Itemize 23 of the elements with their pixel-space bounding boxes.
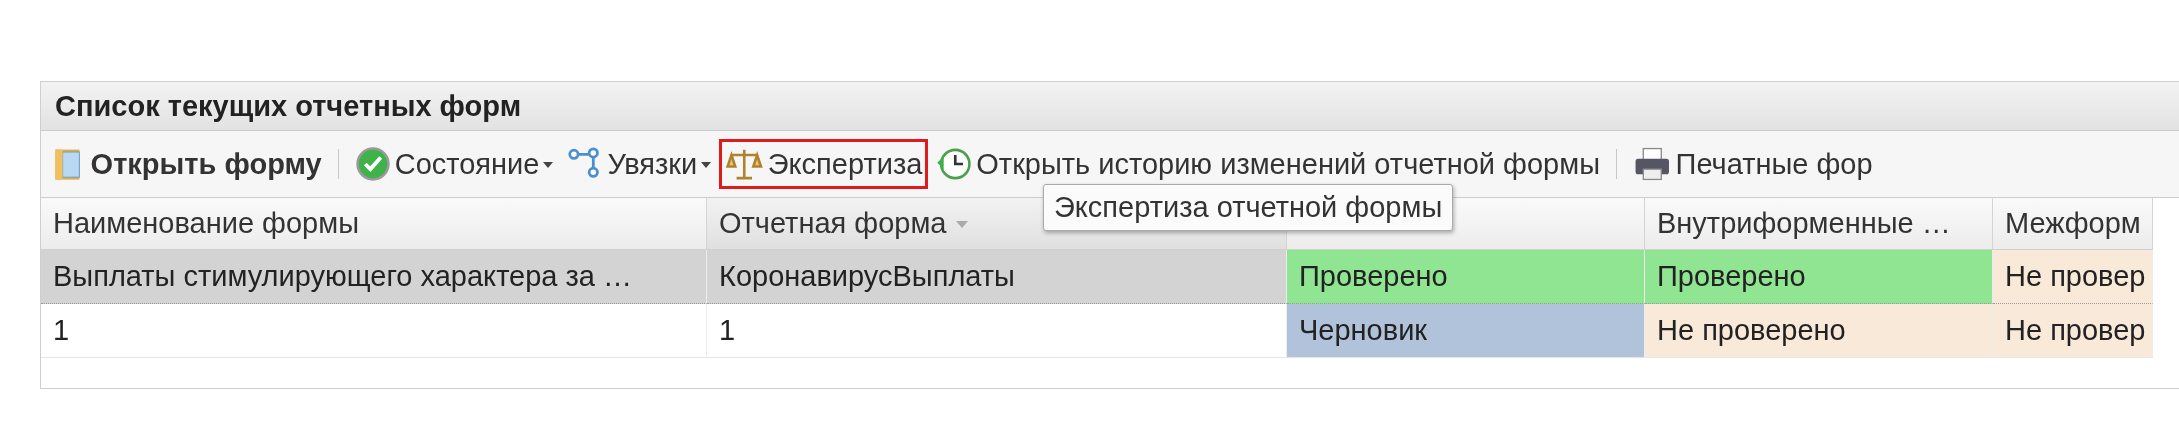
column-header[interactable]: Межформ <box>1993 198 2153 250</box>
table-cell: 1 <box>707 304 1287 358</box>
toolbar-button[interactable]: Открыть форму <box>47 139 328 189</box>
toolbar-button[interactable]: Экспертиза <box>719 139 929 189</box>
table-cell: Проверено <box>1287 250 1645 304</box>
check-icon <box>354 146 391 182</box>
clock-icon <box>936 146 973 182</box>
printer-icon <box>1633 146 1672 182</box>
table-cell: КоронавирусВыплаты <box>707 250 1287 304</box>
toolbar-button[interactable]: Печатные фор <box>1627 139 1879 189</box>
table-cell: Не провер <box>1993 304 2153 358</box>
table-cell: Проверено <box>1645 250 1993 304</box>
tooltip: Экспертиза отчетной формы <box>1043 184 1454 231</box>
table-cell: Черновик <box>1287 304 1645 358</box>
column-header[interactable]: Наименование формы <box>41 198 707 250</box>
column-header[interactable]: Внутриформенные … <box>1645 198 1993 250</box>
table-cell: Не провер <box>1993 250 2153 304</box>
table-cell: Выплаты стимулирующего характера за … <box>41 250 707 304</box>
toolbar-button[interactable]: Состояние <box>348 139 560 189</box>
table-cell: 1 <box>41 304 707 358</box>
panel-title: Список текущих отчетных форм <box>41 82 2179 131</box>
table-cell: Не проверено <box>1645 304 1993 358</box>
toolbar-button[interactable]: Увязки <box>561 139 718 189</box>
